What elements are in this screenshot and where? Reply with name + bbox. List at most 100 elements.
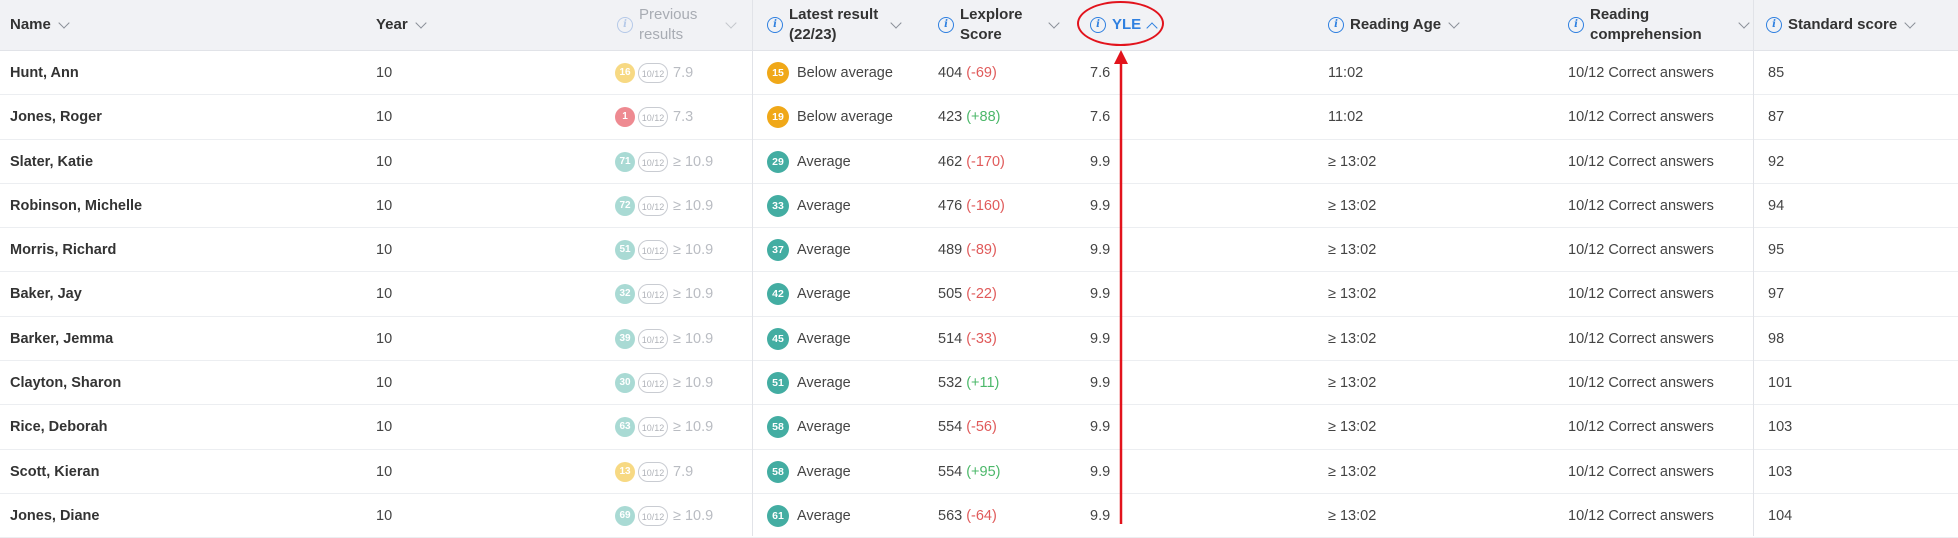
chevron-down-icon <box>1448 16 1460 29</box>
column-label-line2: results <box>639 26 684 43</box>
year-value: 10 <box>376 507 393 524</box>
standard-score-value: 87 <box>1768 109 1785 126</box>
lexplore-score-value: 404 <box>938 65 963 81</box>
previous-yle-value: ≥ 10.9 <box>673 153 714 170</box>
info-icon[interactable]: i <box>1766 17 1782 33</box>
info-icon[interactable]: i <box>1328 17 1344 33</box>
table-body: Hunt, Ann 10 16 10/12 7.9 15 Below average 404(… <box>0 51 1958 538</box>
yle-value: 9.9 <box>1090 419 1111 436</box>
column-header-standard-score[interactable]: i Standard score <box>1766 0 1956 50</box>
info-icon[interactable]: i <box>767 17 783 33</box>
latest-result-label: Average <box>797 153 851 170</box>
year-value: 10 <box>376 375 393 392</box>
latest-result: 15 Below average <box>767 51 893 95</box>
previous-percentile-badge: 69 <box>615 505 635 526</box>
student-name[interactable]: Slater, Katie <box>10 140 93 184</box>
table-row[interactable]: Morris, Richard 10 51 10/12 ≥ 10.9 37 Average 4… <box>0 228 1958 273</box>
comprehension-value: 10/12 Correct answers <box>1568 153 1714 170</box>
previous-percentile-badge: 30 <box>615 373 635 394</box>
column-label: Name <box>10 16 51 33</box>
student-name[interactable]: Baker, Jay <box>10 272 82 316</box>
latest-result-label: Average <box>797 330 851 347</box>
year-value: 10 <box>376 197 393 214</box>
student-name[interactable]: Robinson, Michelle <box>10 184 142 228</box>
previous-percentile-badge: 16 <box>615 63 635 83</box>
previous-percentile-badge: 32 <box>615 284 635 305</box>
student-name[interactable]: Jones, Diane <box>10 494 99 538</box>
student-name[interactable]: Jones, Roger <box>10 95 102 139</box>
latest-result: 45 Average <box>767 317 851 361</box>
table-row[interactable]: Robinson, Michelle 10 72 10/12 ≥ 10.9 33 Avera… <box>0 184 1958 229</box>
reading-age-value: 11:02 <box>1328 65 1364 81</box>
previous-comprehension-badge: 10/12 <box>638 328 668 349</box>
table-row[interactable]: Slater, Katie 10 71 10/12 ≥ 10.9 29 Average 462… <box>0 140 1958 184</box>
latest-result: 42 Average <box>767 272 851 316</box>
table-header: Name Year i Previous results i Latest res… <box>0 0 1958 51</box>
comprehension-value: 10/12 Correct answers <box>1568 507 1714 524</box>
latest-result-label: Average <box>797 463 851 480</box>
year-value: 10 <box>376 330 393 347</box>
previous-result: 63 10/12 ≥ 10.9 <box>615 405 713 449</box>
latest-percentile-badge: 33 <box>767 194 789 217</box>
lexplore-score-delta: (+95) <box>966 463 1001 480</box>
column-header-year[interactable]: Year <box>376 0 606 50</box>
info-icon[interactable]: i <box>1568 17 1584 33</box>
column-header-latest-result[interactable]: i Latest result (22/23) <box>767 0 917 50</box>
latest-result: 29 Average <box>767 140 851 184</box>
latest-percentile-badge: 42 <box>767 283 789 306</box>
table-row[interactable]: Baker, Jay 10 32 10/12 ≥ 10.9 42 Average 505 (-2… <box>0 272 1958 317</box>
table-row[interactable]: Jones, Roger 10 1 10/12 7.3 19 Below average 42… <box>0 95 1958 140</box>
latest-percentile-badge: 19 <box>767 106 789 129</box>
latest-result: 37 Average <box>767 228 851 272</box>
previous-yle-value: ≥ 10.9 <box>673 419 714 436</box>
column-label: Standard score <box>1788 16 1898 33</box>
column-header-lexplore-score[interactable]: i Lexplore Score <box>938 0 1078 50</box>
comprehension-value: 10/12 Correct answers <box>1568 419 1714 436</box>
previous-yle-value: 7.9 <box>673 65 694 81</box>
previous-yle-value: ≥ 10.9 <box>673 286 714 303</box>
standard-score-value: 103 <box>1768 463 1793 480</box>
chevron-down-icon <box>58 16 70 29</box>
info-icon[interactable]: i <box>938 17 954 33</box>
lexplore-score-delta: (-160) <box>966 197 1005 214</box>
standard-score-value: 92 <box>1768 153 1785 170</box>
reading-age-value: ≥ 13:02 <box>1328 153 1377 170</box>
lexplore-score-value: 423 <box>938 109 963 126</box>
lexplore-score-value: 554 <box>938 419 963 436</box>
table-row[interactable]: Rice, Deborah 10 63 10/12 ≥ 10.9 58 Average 554… <box>0 405 1958 450</box>
previous-result: 32 10/12 ≥ 10.9 <box>615 272 713 316</box>
yle-value: 9.9 <box>1090 197 1111 214</box>
standard-score-value: 101 <box>1768 375 1793 392</box>
previous-yle-value: ≥ 10.9 <box>673 507 714 524</box>
year-value: 10 <box>376 242 393 259</box>
column-header-reading-age[interactable]: i Reading Age <box>1328 0 1498 50</box>
student-name[interactable]: Barker, Jemma <box>10 317 113 361</box>
student-name[interactable]: Scott, Kieran <box>10 450 99 494</box>
student-name[interactable]: Hunt, Ann <box>10 51 79 95</box>
table-row[interactable]: Scott, Kieran 10 13 10/12 7.9 58 Average 554 (+9… <box>0 450 1958 494</box>
student-name[interactable]: Morris, Richard <box>10 228 116 272</box>
chevron-down-icon <box>1904 16 1916 29</box>
column-header-reading-comprehension[interactable]: i Reading comprehension <box>1568 0 1750 50</box>
column-header-name[interactable]: Name <box>10 0 370 50</box>
table-row[interactable]: Barker, Jemma 10 39 10/12 ≥ 10.9 45 Average 514… <box>0 317 1958 362</box>
year-value: 10 <box>376 286 393 303</box>
previous-comprehension-badge: 10/12 <box>638 417 668 438</box>
previous-percentile-badge: 39 <box>615 328 635 349</box>
previous-yle-value: ≥ 10.9 <box>673 375 714 392</box>
latest-percentile-badge: 37 <box>767 239 789 262</box>
table-row[interactable]: Clayton, Sharon 10 30 10/12 ≥ 10.9 51 Average 5… <box>0 361 1958 406</box>
previous-comprehension-badge: 10/12 <box>638 63 668 83</box>
comprehension-value: 10/12 Correct answers <box>1568 65 1714 81</box>
previous-yle-value: 7.3 <box>673 109 694 126</box>
student-name[interactable]: Clayton, Sharon <box>10 361 121 405</box>
previous-percentile-badge: 1 <box>615 107 635 128</box>
student-name[interactable]: Rice, Deborah <box>10 405 108 449</box>
previous-percentile-badge: 71 <box>615 151 635 172</box>
table-row[interactable]: Hunt, Ann 10 16 10/12 7.9 15 Below average 404(… <box>0 51 1958 96</box>
chevron-down-icon <box>890 16 902 29</box>
table-row[interactable]: Jones, Diane 10 69 10/12 ≥ 10.9 61 Average 563(… <box>0 494 1958 538</box>
year-value: 10 <box>376 463 393 480</box>
previous-yle-value: ≥ 10.9 <box>673 330 714 347</box>
latest-result: 51 Average <box>767 361 851 405</box>
